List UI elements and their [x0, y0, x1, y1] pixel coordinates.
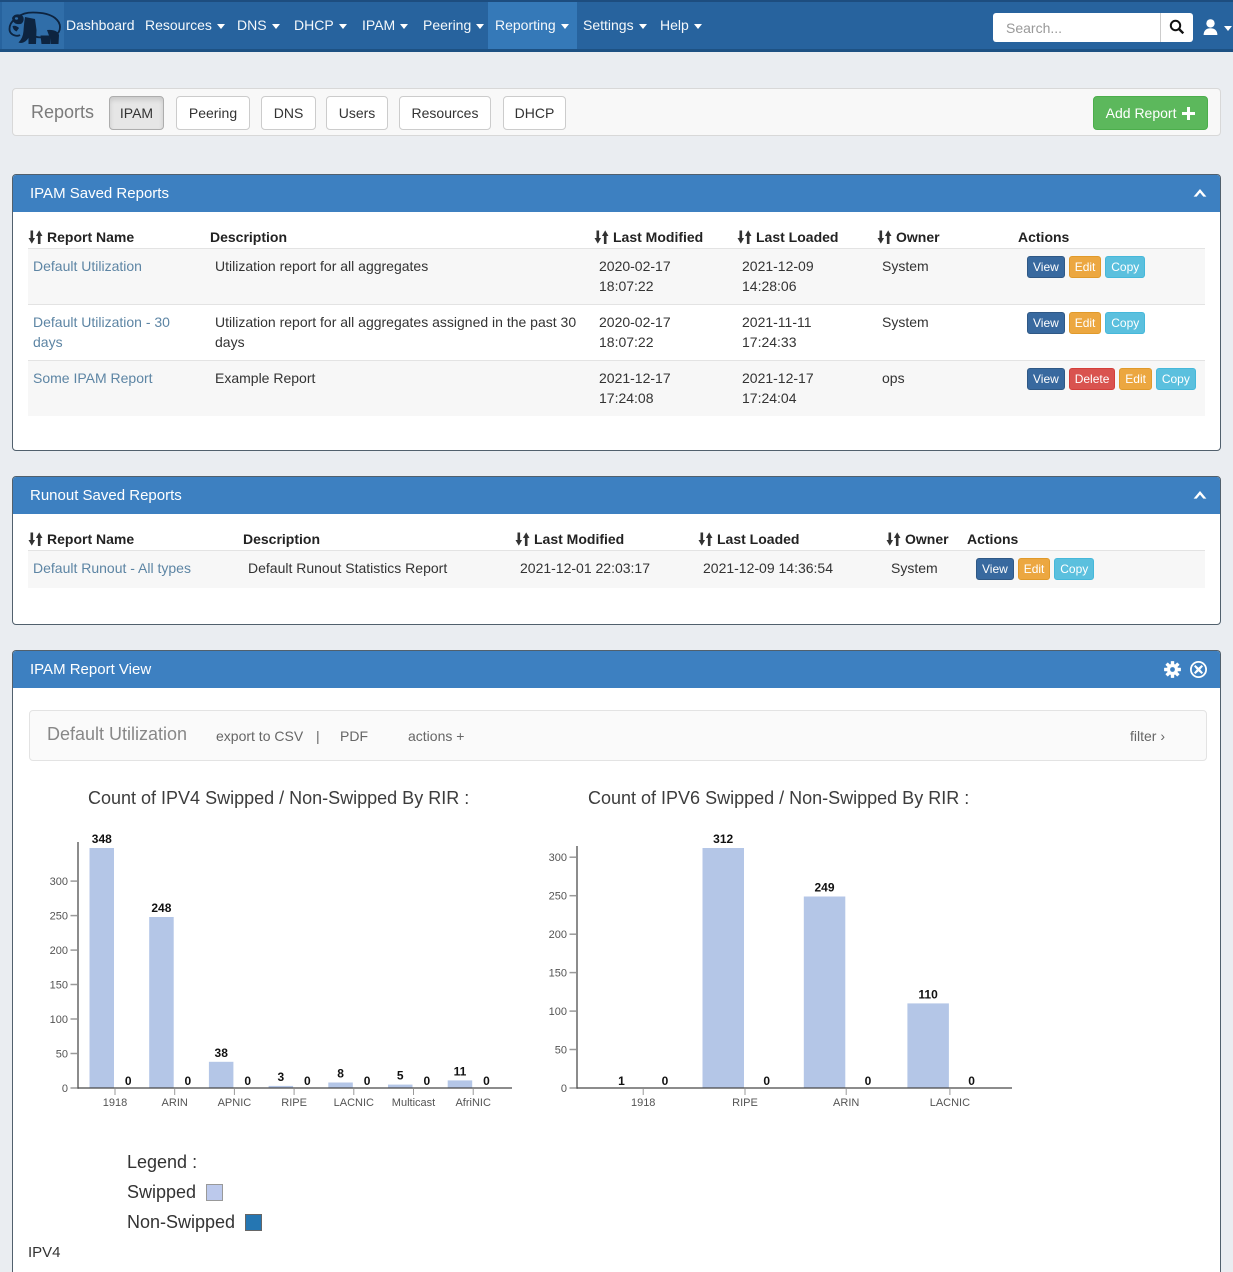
svg-text:1918: 1918 [631, 1097, 655, 1109]
svg-text:ARIN: ARIN [833, 1097, 859, 1109]
svg-text:100: 100 [549, 1006, 567, 1018]
svg-text:LACNIC: LACNIC [930, 1097, 970, 1109]
svg-text:300: 300 [50, 876, 68, 888]
svg-text:1918: 1918 [103, 1097, 127, 1109]
svg-text:0: 0 [62, 1083, 68, 1095]
svg-text:RIPE: RIPE [281, 1097, 307, 1109]
svg-text:AfriNIC: AfriNIC [455, 1097, 491, 1109]
svg-text:0: 0 [662, 1074, 669, 1088]
svg-text:APNIC: APNIC [218, 1097, 252, 1109]
svg-text:50: 50 [56, 1049, 68, 1061]
svg-text:249: 249 [814, 881, 834, 895]
svg-text:0: 0 [968, 1074, 975, 1088]
svg-text:300: 300 [549, 852, 567, 864]
svg-text:0: 0 [125, 1074, 132, 1088]
svg-text:38: 38 [215, 1046, 229, 1060]
svg-text:LACNIC: LACNIC [334, 1097, 374, 1109]
svg-text:0: 0 [364, 1074, 371, 1088]
svg-text:0: 0 [423, 1074, 430, 1088]
svg-text:100: 100 [50, 1014, 68, 1026]
svg-text:8: 8 [337, 1067, 344, 1081]
svg-text:0: 0 [865, 1074, 872, 1088]
svg-text:150: 150 [549, 968, 567, 980]
svg-text:312: 312 [713, 832, 733, 846]
svg-text:200: 200 [549, 929, 567, 941]
svg-text:ARIN: ARIN [162, 1097, 188, 1109]
svg-text:0: 0 [561, 1083, 567, 1095]
svg-text:50: 50 [555, 1045, 567, 1057]
svg-text:0: 0 [244, 1074, 251, 1088]
svg-text:250: 250 [549, 891, 567, 903]
svg-text:0: 0 [304, 1074, 311, 1088]
svg-text:Multicast: Multicast [392, 1097, 435, 1109]
svg-text:200: 200 [50, 945, 68, 957]
svg-text:0: 0 [185, 1074, 192, 1088]
svg-text:5: 5 [397, 1069, 404, 1083]
svg-text:248: 248 [151, 901, 171, 915]
svg-text:348: 348 [92, 832, 112, 846]
svg-text:250: 250 [50, 911, 68, 923]
svg-text:RIPE: RIPE [732, 1097, 758, 1109]
svg-text:11: 11 [454, 1064, 467, 1078]
svg-text:150: 150 [50, 980, 68, 992]
svg-text:1: 1 [618, 1074, 625, 1088]
svg-text:110: 110 [918, 987, 938, 1001]
svg-text:0: 0 [483, 1074, 490, 1088]
svg-text:3: 3 [278, 1070, 285, 1084]
svg-text:0: 0 [763, 1074, 770, 1088]
